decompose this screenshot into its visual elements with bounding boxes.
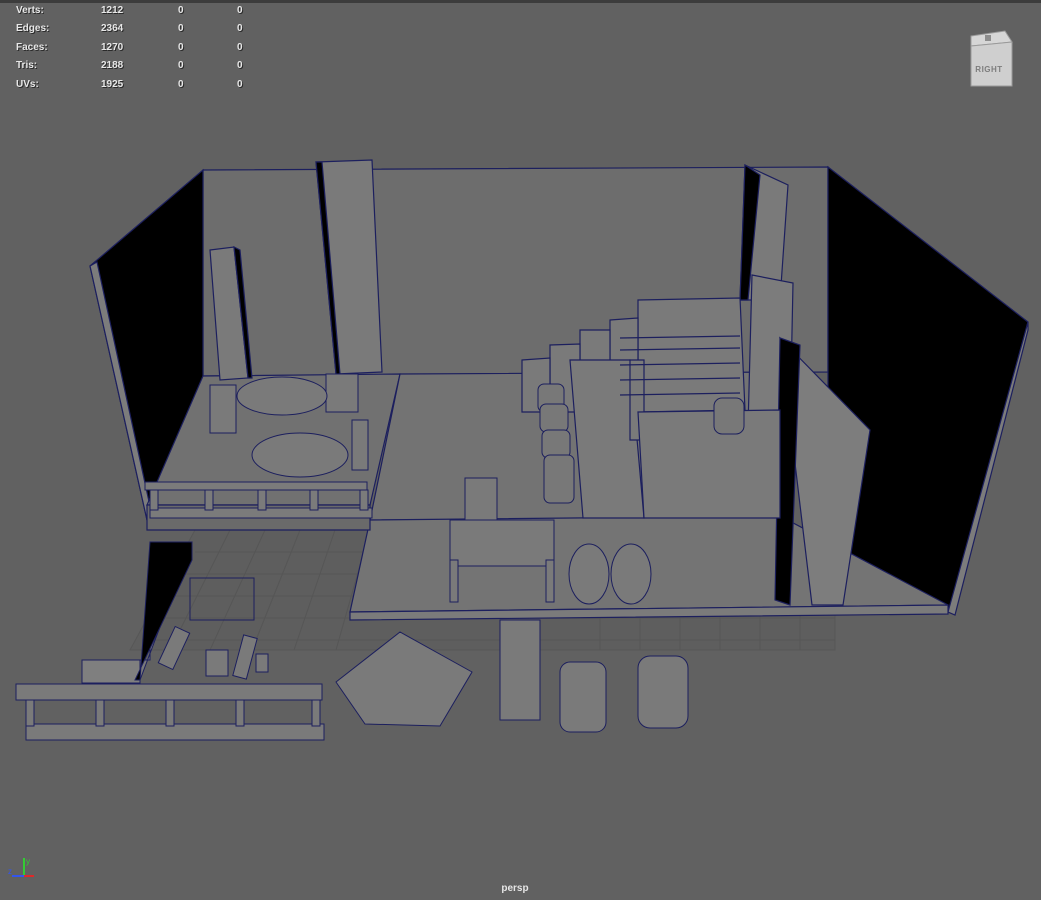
view-cube-label: RIGHT <box>975 65 1003 74</box>
3d-viewport[interactable]: Verts: 1212 0 0 Edges: 2364 0 0 Faces: 1… <box>0 0 1041 900</box>
axis-label-z: z <box>8 867 12 876</box>
camera-name: persp <box>501 883 529 894</box>
view-cube[interactable]: RIGHT <box>965 28 1013 88</box>
axis-label-y: y <box>26 857 30 866</box>
view-cube-icon <box>970 30 1013 87</box>
xyz-axis-icon: y z <box>8 857 34 877</box>
right-wall <box>827 165 1029 611</box>
wireframe-scene[interactable] <box>0 0 1041 900</box>
